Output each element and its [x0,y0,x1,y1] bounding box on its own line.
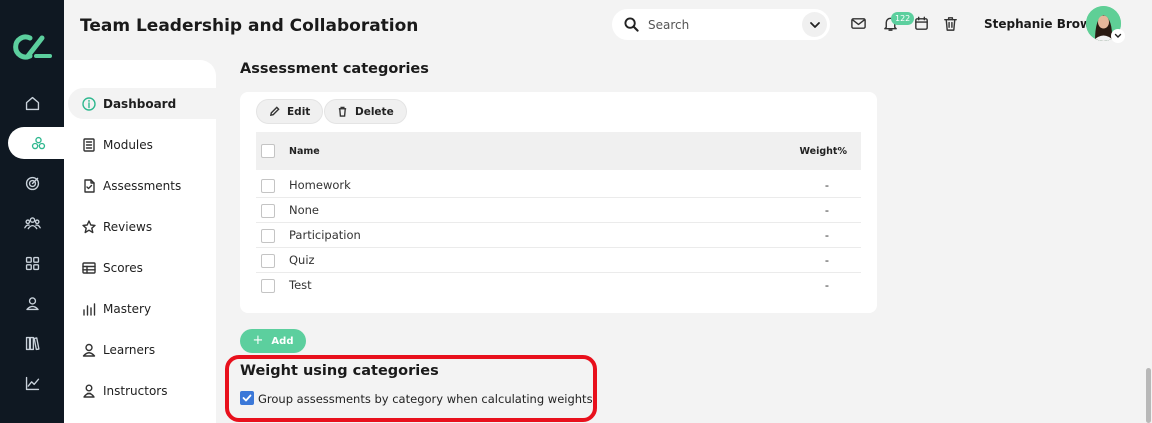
weight-section-title: Weight using categories [240,363,439,379]
rail-modules[interactable] [8,127,68,159]
add-category-button[interactable]: + Add [240,329,306,353]
subnav-item-label: Scores [103,260,143,275]
trash-icon [944,17,957,31]
category-weight: - [824,253,829,267]
select-all-checkbox[interactable] [261,144,275,158]
learner-icon [82,343,96,357]
table-icon [82,261,96,274]
subnav-item-learners[interactable]: Learners [68,334,216,365]
category-name: Participation [289,228,361,242]
star-icon [82,219,96,233]
pencil-icon [269,106,280,117]
rail-analytics[interactable] [0,367,64,399]
notification-badge: 122 [891,12,915,25]
table-row[interactable]: Participation - [256,223,861,248]
group-icon [23,216,41,229]
category-weight: - [824,203,829,217]
rail-target[interactable] [0,167,64,199]
apps-grid-icon [25,256,39,270]
row-checkbox[interactable] [261,179,275,193]
plus-icon: + [252,333,264,348]
table-row[interactable]: Test - [256,273,861,298]
document-icon [84,178,95,193]
rail-apps[interactable] [0,247,64,279]
trash-button[interactable] [942,15,959,32]
subnav-item-label: Learners [103,342,156,357]
target-icon [25,176,39,190]
app-rail [0,0,68,423]
app-logo[interactable] [12,32,52,62]
search-dropdown-button[interactable] [802,12,827,37]
table-header: Name Weight% [256,132,861,170]
category-name: None [289,203,320,217]
row-checkbox[interactable] [261,254,275,268]
category-name: Quiz [289,253,315,267]
column-header-weight[interactable]: Weight% [800,146,847,157]
subnav-item-assessments[interactable]: Assessments [68,170,216,201]
category-name: Homework [289,178,351,192]
library-icon [25,336,40,350]
row-checkbox[interactable] [261,229,275,243]
mail-icon [851,18,866,29]
row-checkbox[interactable] [261,279,275,293]
chevron-down-icon [1114,33,1122,38]
subnav-item-scores[interactable]: Scores [68,252,216,283]
subnav-item-label: Dashboard [103,96,177,111]
column-header-name[interactable]: Name [289,146,320,157]
person-icon [25,296,39,310]
subnav-item-label: Mastery [103,301,152,316]
table-row[interactable]: Homework - [256,173,861,198]
table-row[interactable]: Quiz - [256,248,861,273]
checkmark-icon [242,394,252,402]
group-by-category-label[interactable]: Group assessments by category when calcu… [258,392,593,406]
module-icon [83,137,95,152]
trash-icon [338,106,347,117]
page-scrollbar[interactable] [1146,368,1151,423]
subnav-item-modules[interactable]: Modules [68,129,216,160]
subnav-item-label: Modules [103,137,153,152]
modules-icon [31,136,45,149]
subnav-item-label: Reviews [103,219,153,234]
edit-label: Edit [287,105,311,118]
search-bar[interactable] [612,9,830,40]
subnav-item-dashboard[interactable]: Dashboard [68,88,216,119]
subnav-item-label: Assessments [103,178,182,193]
rail-home[interactable] [0,87,64,119]
subnav-item-mastery[interactable]: Mastery [68,293,216,324]
subnav-item-label: Instructors [103,383,168,398]
delete-button[interactable]: Delete [324,99,407,124]
module-subnav: Dashboard Modules Assessments Reviews Sc… [64,60,216,423]
group-by-category-checkbox[interactable] [240,391,254,405]
rail-groups[interactable] [0,207,64,239]
category-weight: - [824,178,829,192]
section-title: Assessment categories [240,61,429,77]
page-title: Team Leadership and Collaboration [80,16,419,36]
edit-button[interactable]: Edit [256,99,324,124]
bar-chart-icon [83,302,96,316]
rail-library[interactable] [0,327,64,359]
categories-card: Edit Delete Name Weight% Homework - None… [240,92,877,313]
search-input[interactable] [648,15,798,34]
user-name[interactable]: Stephanie Brown [984,17,1100,31]
mail-button[interactable] [850,15,867,32]
subnav-item-instructors[interactable]: Instructors [68,375,216,406]
subnav-item-reviews[interactable]: Reviews [68,211,216,242]
category-weight: - [824,278,829,292]
instructor-icon [83,384,95,398]
delete-label: Delete [355,105,394,118]
search-icon [624,17,639,32]
user-menu-button[interactable] [1111,29,1125,43]
analytics-icon [25,376,39,390]
chevron-down-icon [809,21,820,28]
info-icon [82,96,96,111]
row-checkbox[interactable] [261,204,275,218]
category-name: Test [289,278,312,292]
calendar-icon [915,16,928,30]
table-row[interactable]: None - [256,198,861,223]
category-weight: - [824,228,829,242]
rail-profile[interactable] [0,287,64,319]
calendar-button[interactable] [913,15,930,32]
home-icon [25,96,39,110]
add-label: Add [271,335,294,347]
